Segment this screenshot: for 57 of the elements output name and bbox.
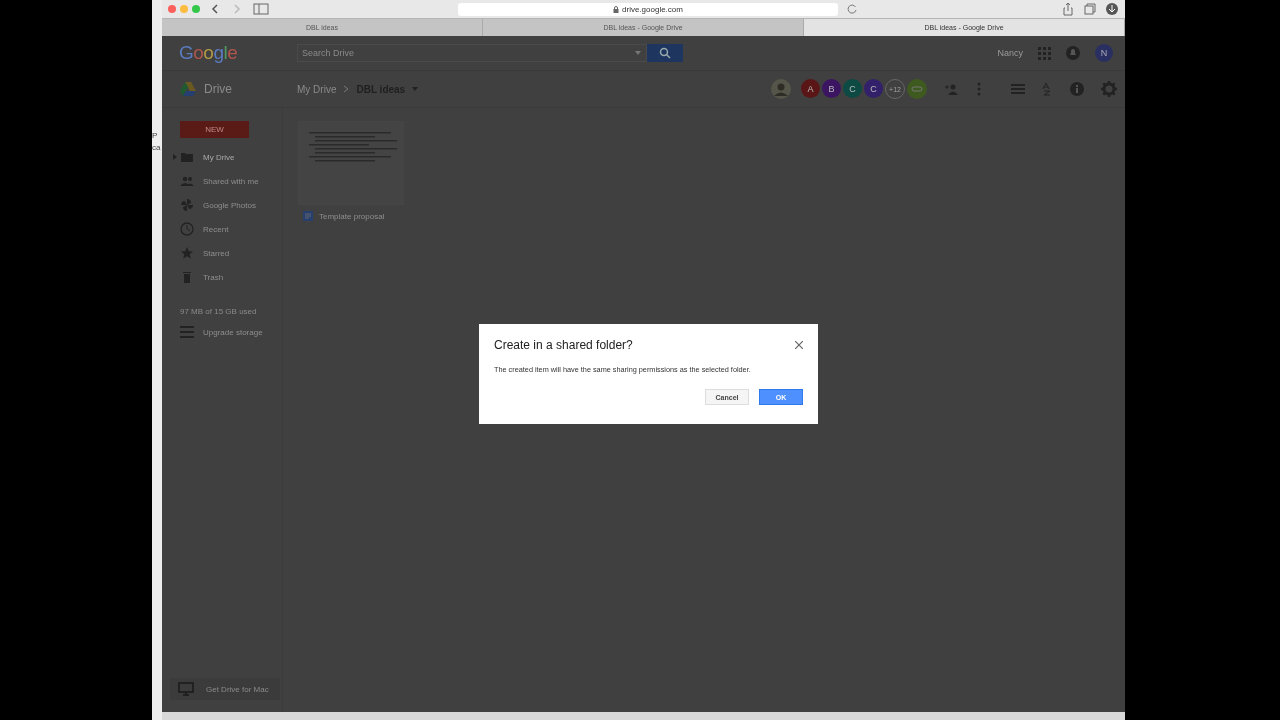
apps-grid-icon[interactable] [1037, 46, 1051, 60]
folder-icon [180, 150, 194, 164]
sidebar-item[interactable]: Trash [162, 265, 282, 289]
list-icon [180, 326, 194, 338]
add-person-icon[interactable] [945, 83, 959, 95]
storage-usage: 97 MB of 15 GB used [179, 306, 258, 318]
sidebar-item[interactable]: Google Photos [162, 193, 282, 217]
sidebar-item[interactable]: Recent [162, 217, 282, 241]
search-field[interactable]: Search Drive [297, 44, 647, 62]
collaborator-avatar[interactable]: B [822, 79, 841, 98]
upgrade-storage-link[interactable]: Upgrade storage [162, 320, 282, 344]
tabs-icon[interactable] [1083, 2, 1097, 16]
partial-text: ca [152, 143, 162, 152]
dialog-title: Create in a shared folder? [494, 338, 633, 352]
notification-icon[interactable] [1065, 45, 1081, 61]
list-view-icon[interactable] [1011, 83, 1025, 95]
breadcrumb-item[interactable]: My Drive [297, 83, 337, 95]
user-name[interactable]: Nancy [997, 48, 1023, 58]
sidebar-icon[interactable] [252, 3, 270, 15]
monitor-icon [178, 682, 194, 696]
trash-icon [180, 270, 194, 284]
collaborator-avatar[interactable]: C [843, 79, 862, 98]
collaborator-avatar[interactable]: C [864, 79, 883, 98]
search-button[interactable] [647, 44, 683, 62]
partial-text: P [152, 131, 159, 140]
owner-avatar-icon [771, 79, 791, 99]
address-bar[interactable]: drive.google.com [458, 2, 838, 16]
caret-icon[interactable] [411, 86, 420, 92]
pinwheel-icon [180, 198, 194, 212]
app-name: Drive [204, 82, 232, 96]
sort-icon[interactable] [1041, 82, 1053, 96]
sidebar-item[interactable]: Starred [162, 241, 282, 265]
share-icon[interactable] [1061, 2, 1075, 16]
dropdown-caret-icon[interactable] [635, 51, 641, 55]
get-drive-banner[interactable]: Get Drive for Mac [170, 678, 280, 700]
new-button[interactable]: NEW [180, 121, 249, 138]
chevron-icon [342, 85, 351, 93]
download-icon[interactable] [1105, 2, 1119, 16]
lock-icon [613, 5, 620, 13]
settings-icon[interactable] [1101, 81, 1117, 97]
sidebar-item[interactable]: My Drive [162, 145, 282, 169]
sidebar-item[interactable]: Shared with me [162, 169, 282, 193]
search-icon [659, 47, 671, 59]
drive-logo-icon [180, 82, 196, 96]
window-controls-icon[interactable] [168, 5, 200, 13]
clock-icon [180, 222, 194, 236]
people-icon [180, 174, 194, 188]
logo[interactable]: Google [179, 42, 269, 64]
link-icon[interactable] [907, 79, 927, 99]
user-avatar[interactable]: N [1095, 44, 1113, 62]
reload-icon[interactable] [846, 3, 858, 15]
info-icon[interactable] [1069, 81, 1085, 97]
file-card[interactable]: Template proposal [298, 121, 402, 227]
document-icon [303, 211, 313, 221]
close-icon[interactable] [795, 341, 803, 349]
collaborator-avatar[interactable]: A [801, 79, 820, 98]
star-icon [180, 246, 194, 260]
